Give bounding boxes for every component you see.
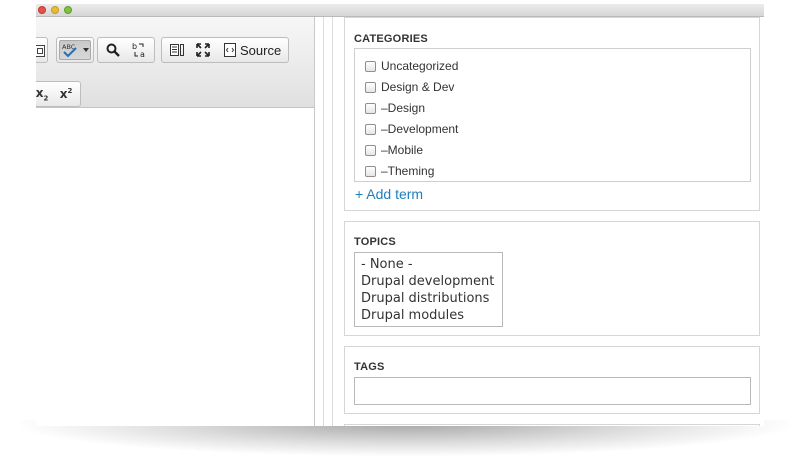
- minimize-window-button[interactable]: [51, 6, 59, 14]
- spellcheck-icon: ABC: [61, 42, 89, 58]
- source-label: Source: [240, 42, 282, 58]
- tags-legend: TAGS: [354, 361, 385, 373]
- category-item[interactable]: –Development: [365, 120, 458, 138]
- browser-window: ABC b a Source x2 x2 CATEGORIES Uncatego…: [36, 4, 764, 426]
- toolbar-group-find: b a: [97, 37, 155, 63]
- show-blocks-button[interactable]: [166, 40, 188, 60]
- maximize-icon: [196, 43, 210, 57]
- next-fieldset: [344, 424, 760, 426]
- category-label: –Mobile: [381, 143, 424, 157]
- category-item[interactable]: –Design: [365, 99, 425, 117]
- svg-text:b: b: [132, 42, 137, 51]
- tags-input[interactable]: [354, 377, 751, 405]
- topics-fieldset: TOPICS - None - Drupal development Drupa…: [344, 221, 760, 336]
- toolbar-group-paste: [36, 37, 48, 63]
- subscript-icon: x2: [36, 85, 49, 103]
- zoom-window-button[interactable]: [64, 6, 72, 14]
- category-checkbox[interactable]: [365, 81, 376, 93]
- category-item[interactable]: Uncategorized: [365, 57, 458, 75]
- superscript-button[interactable]: x2: [55, 84, 77, 104]
- magnifier-icon: [106, 43, 120, 57]
- category-checkbox[interactable]: [365, 123, 376, 135]
- show-blocks-icon: [170, 43, 184, 57]
- category-item[interactable]: –Theming: [365, 162, 434, 180]
- topics-select[interactable]: - None - Drupal development Drupal distr…: [354, 252, 503, 327]
- replace-icon: b a: [132, 42, 148, 58]
- close-window-button[interactable]: [38, 6, 46, 14]
- category-label: –Theming: [381, 164, 435, 178]
- source-icon: [224, 43, 236, 57]
- title-bar: [36, 4, 764, 17]
- category-label: Design & Dev: [381, 80, 455, 94]
- toolbar-group-view: Source: [161, 37, 289, 63]
- paste-icon: [36, 43, 45, 57]
- add-term-link[interactable]: + Add term: [355, 186, 423, 202]
- editor-toolbar: ABC b a Source x2 x2: [36, 17, 314, 108]
- superscript-icon: x2: [59, 87, 73, 101]
- topics-legend: TOPICS: [354, 236, 396, 248]
- tags-fieldset: TAGS: [344, 346, 760, 414]
- source-button[interactable]: Source: [220, 40, 286, 60]
- column-divider: [323, 17, 324, 426]
- spellcheck-button[interactable]: ABC: [59, 40, 91, 60]
- categories-fieldset: CATEGORIES Uncategorized Design & Dev –D…: [344, 17, 760, 211]
- category-item[interactable]: –Mobile: [365, 141, 423, 159]
- categories-checkbox-list: Uncategorized Design & Dev –Design –Deve…: [354, 48, 751, 182]
- topics-option[interactable]: - None -: [361, 256, 502, 273]
- topics-option[interactable]: Drupal development: [361, 273, 502, 290]
- category-checkbox[interactable]: [365, 60, 376, 72]
- toolbar-group-spellcheck: ABC: [56, 37, 94, 63]
- topics-option[interactable]: Drupal modules: [361, 307, 502, 324]
- dropdown-arrow-icon: [83, 48, 89, 52]
- column-divider: [332, 17, 333, 426]
- category-label: –Development: [381, 122, 459, 136]
- category-checkbox[interactable]: [365, 144, 376, 156]
- subscript-button[interactable]: x2: [36, 84, 53, 104]
- topics-option[interactable]: Drupal distributions: [361, 290, 502, 307]
- replace-button[interactable]: b a: [128, 40, 152, 60]
- editor-content-area[interactable]: [36, 108, 314, 426]
- category-label: Uncategorized: [381, 59, 459, 73]
- toolbar-group-script: x2 x2: [36, 81, 81, 107]
- category-checkbox[interactable]: [365, 165, 376, 177]
- find-button[interactable]: [102, 40, 124, 60]
- paste-from-word-button[interactable]: [36, 40, 46, 60]
- category-checkbox[interactable]: [365, 102, 376, 114]
- category-label: –Design: [381, 101, 426, 115]
- body-editor: ABC b a Source x2 x2: [36, 17, 315, 426]
- taxonomy-sidebar: CATEGORIES Uncategorized Design & Dev –D…: [344, 17, 764, 426]
- category-item[interactable]: Design & Dev: [365, 78, 454, 96]
- maximize-button[interactable]: [192, 40, 214, 60]
- svg-text:a: a: [140, 50, 145, 58]
- categories-legend: CATEGORIES: [354, 33, 428, 45]
